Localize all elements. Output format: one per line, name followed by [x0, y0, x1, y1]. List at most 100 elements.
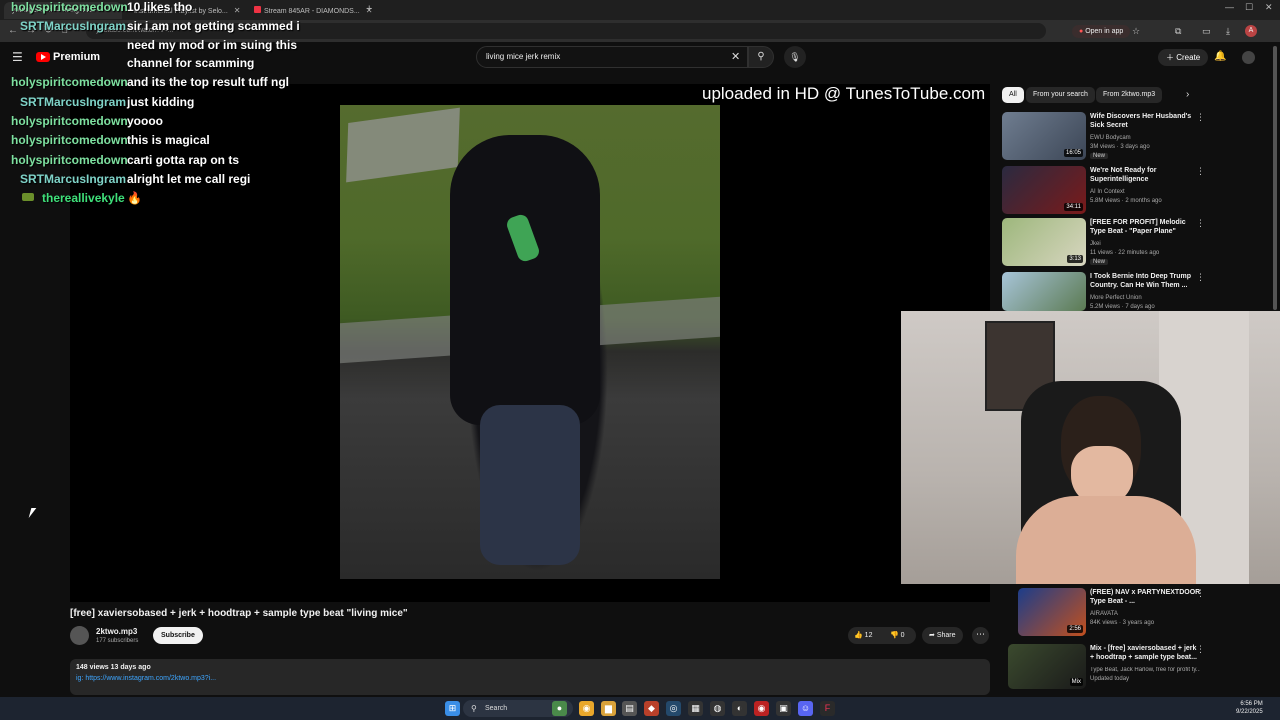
- recommended-video[interactable]: 16:05 Wife Discovers Her Husband's Sick …: [1002, 112, 1272, 162]
- close-icon[interactable]: ✕: [234, 6, 241, 15]
- youtube-logo-icon[interactable]: [36, 52, 50, 62]
- description-box[interactable]: 148 views 13 days ago ig: https://www.in…: [70, 659, 990, 695]
- chip-all[interactable]: All: [1002, 87, 1024, 103]
- chat-message: thereallivekyle: [42, 191, 125, 205]
- widgets-icon[interactable]: ●: [552, 701, 567, 716]
- recommended-video[interactable]: I Took Bernie Into Deep Trump Country. C…: [1002, 272, 1272, 312]
- open-in-app-button[interactable]: ● Open in app: [1072, 25, 1131, 38]
- clear-search-icon[interactable]: ✕: [731, 50, 740, 63]
- browser-tab-stream[interactable]: Stream 845AR - DIAMONDS... ✕: [246, 2, 372, 19]
- app-icon-3[interactable]: ◐: [732, 701, 747, 716]
- channel-name[interactable]: Jkei: [1090, 241, 1101, 247]
- video-title[interactable]: We're Not Ready for Superintelligence: [1090, 166, 1202, 184]
- channel-name-link[interactable]: 2ktwo.mp3: [96, 627, 137, 636]
- duration-badge: 16:05: [1063, 149, 1083, 157]
- notifications-bell-icon[interactable]: 🔔: [1214, 51, 1226, 62]
- chat-message: SRTMarcusIngram: [20, 19, 126, 33]
- chat-text: 10 likes tho: [127, 0, 193, 14]
- taskbar-clock[interactable]: 6:56 PM 9/22/2025: [1236, 700, 1263, 716]
- video-title[interactable]: I Took Bernie Into Deep Trump Country. C…: [1090, 272, 1202, 290]
- video-thumbnail[interactable]: 34:11: [1002, 166, 1086, 214]
- subscribe-button[interactable]: Subscribe: [153, 627, 203, 644]
- chat-text: this is magical: [127, 133, 210, 147]
- video-thumbnail[interactable]: 16:05: [1002, 112, 1086, 160]
- share-button[interactable]: ➦ Share: [922, 627, 963, 644]
- video-thumbnail[interactable]: [1002, 272, 1086, 311]
- video-thumbnail[interactable]: 3:13: [1002, 218, 1086, 266]
- channel-name[interactable]: AI In Context: [1090, 189, 1125, 195]
- chat-message: holyspiritcomedown: [11, 153, 128, 167]
- notepad-icon[interactable]: ▤: [622, 701, 637, 716]
- minimize-icon[interactable]: —: [1225, 2, 1234, 12]
- back-icon[interactable]: ←: [8, 25, 18, 36]
- video-thumbnail[interactable]: Mix: [1008, 644, 1086, 689]
- recommended-video[interactable]: 3:13 [FREE FOR PROFIT] Melodic Type Beat…: [1002, 218, 1272, 268]
- bookmark-star-icon[interactable]: ☆: [1132, 26, 1140, 37]
- chat-text: alright let me call regi: [127, 172, 251, 186]
- more-vert-icon[interactable]: ⋮: [1196, 272, 1205, 283]
- chat-message-text: sir i am not getting scammed i: [127, 19, 300, 33]
- menu-icon[interactable]: ☰: [12, 50, 23, 64]
- page-scrollbar[interactable]: [1273, 46, 1277, 310]
- recommended-video[interactable]: 2:56 (FREE) NAV x PARTYNEXTDOOR Type Bea…: [1002, 588, 1272, 638]
- channel-name[interactable]: Type Beat, Jack Harlow, free for profit …: [1090, 667, 1200, 673]
- discord-icon[interactable]: ☺: [798, 701, 813, 716]
- fl-studio-icon[interactable]: F: [820, 701, 835, 716]
- chip-from-channel[interactable]: From 2ktwo.mp3: [1096, 87, 1163, 103]
- new-tab-icon[interactable]: +: [366, 3, 372, 15]
- channel-name[interactable]: AIRAVATA: [1090, 611, 1118, 617]
- close-window-icon[interactable]: ✕: [1265, 2, 1273, 13]
- dislike-count: 0: [900, 632, 905, 639]
- view-count-date: 148 views 13 days ago: [76, 664, 151, 671]
- voice-search-button[interactable]: 🎙: [784, 46, 806, 68]
- chevron-right-icon[interactable]: ›: [1186, 89, 1189, 100]
- duration-badge: 34:11: [1064, 203, 1083, 211]
- chat-text: yoooo: [127, 114, 163, 128]
- extensions-icon[interactable]: ⧉: [1175, 26, 1181, 37]
- like-button[interactable]: 👍 12: [854, 627, 872, 644]
- more-vert-icon[interactable]: ⋮: [1196, 112, 1205, 123]
- sidebar-icon[interactable]: ▭: [1202, 26, 1211, 37]
- download-icon[interactable]: ⤓: [1226, 26, 1230, 37]
- more-actions-button[interactable]: ⋯: [972, 627, 989, 644]
- app-icon[interactable]: ◆: [644, 701, 659, 716]
- recommended-mix[interactable]: Mix Mix - [free] xaviersobased + jerk + …: [1002, 644, 1272, 694]
- channel-name[interactable]: EWU Bodycam: [1090, 135, 1131, 141]
- channel-name[interactable]: More Perfect Union: [1090, 295, 1142, 301]
- video-title[interactable]: (FREE) NAV x PARTYNEXTDOOR Type Beat - .…: [1090, 588, 1202, 606]
- app-icon-2[interactable]: ▦: [688, 701, 703, 716]
- channel-avatar[interactable]: [70, 626, 89, 645]
- video-title[interactable]: Mix - [free] xaviersobased + jerk + hood…: [1090, 644, 1202, 662]
- chat-message-text: channel for scamming: [127, 56, 254, 70]
- chip-from-your-search[interactable]: From your search: [1026, 87, 1095, 103]
- more-vert-icon[interactable]: ⋮: [1196, 644, 1205, 655]
- video-meta: 5.2M views · 7 days ago: [1090, 304, 1155, 310]
- figure-legs: [480, 405, 580, 565]
- start-windows-icon[interactable]: ⊞: [445, 701, 460, 716]
- recommended-video[interactable]: 34:11 We're Not Ready for Superintellige…: [1002, 166, 1272, 216]
- description-link[interactable]: ig: https://www.instagram.com/2ktwo.mp3?…: [76, 675, 216, 682]
- dislike-button[interactable]: 👎 0: [890, 627, 905, 644]
- more-vert-icon[interactable]: ⋮: [1196, 166, 1205, 177]
- chat-message: SRTMarcusIngram: [20, 172, 126, 186]
- more-vert-icon[interactable]: ⋮: [1196, 588, 1205, 599]
- app-icon-4[interactable]: ▣: [776, 701, 791, 716]
- maximize-icon[interactable]: ☐: [1245, 2, 1253, 13]
- video-meta: 5.8M views · 2 months ago: [1090, 198, 1162, 204]
- video-title[interactable]: [FREE FOR PROFIT] Melodic Type Beat - "P…: [1090, 218, 1202, 236]
- video-frame-image: [340, 105, 720, 579]
- create-button[interactable]: ＋ Create: [1158, 49, 1209, 66]
- video-meta: 84K views · 3 years ago: [1090, 620, 1155, 626]
- browser-profile-avatar[interactable]: A: [1245, 25, 1257, 37]
- video-thumbnail[interactable]: 2:56: [1018, 588, 1086, 636]
- obs-icon[interactable]: ◍: [710, 701, 725, 716]
- more-vert-icon[interactable]: ⋮: [1196, 218, 1205, 229]
- video-title[interactable]: Wife Discovers Her Husband's Sick Secret: [1090, 112, 1202, 130]
- search-input[interactable]: living mice jerk remix: [476, 46, 748, 68]
- account-avatar[interactable]: [1242, 51, 1255, 64]
- chrome-icon[interactable]: ◉: [579, 701, 594, 716]
- file-explorer-icon[interactable]: ▆: [601, 701, 616, 716]
- steam-icon[interactable]: ◎: [666, 701, 681, 716]
- search-button[interactable]: ⚲: [748, 46, 774, 68]
- chrome-active-icon[interactable]: ◉: [754, 701, 769, 716]
